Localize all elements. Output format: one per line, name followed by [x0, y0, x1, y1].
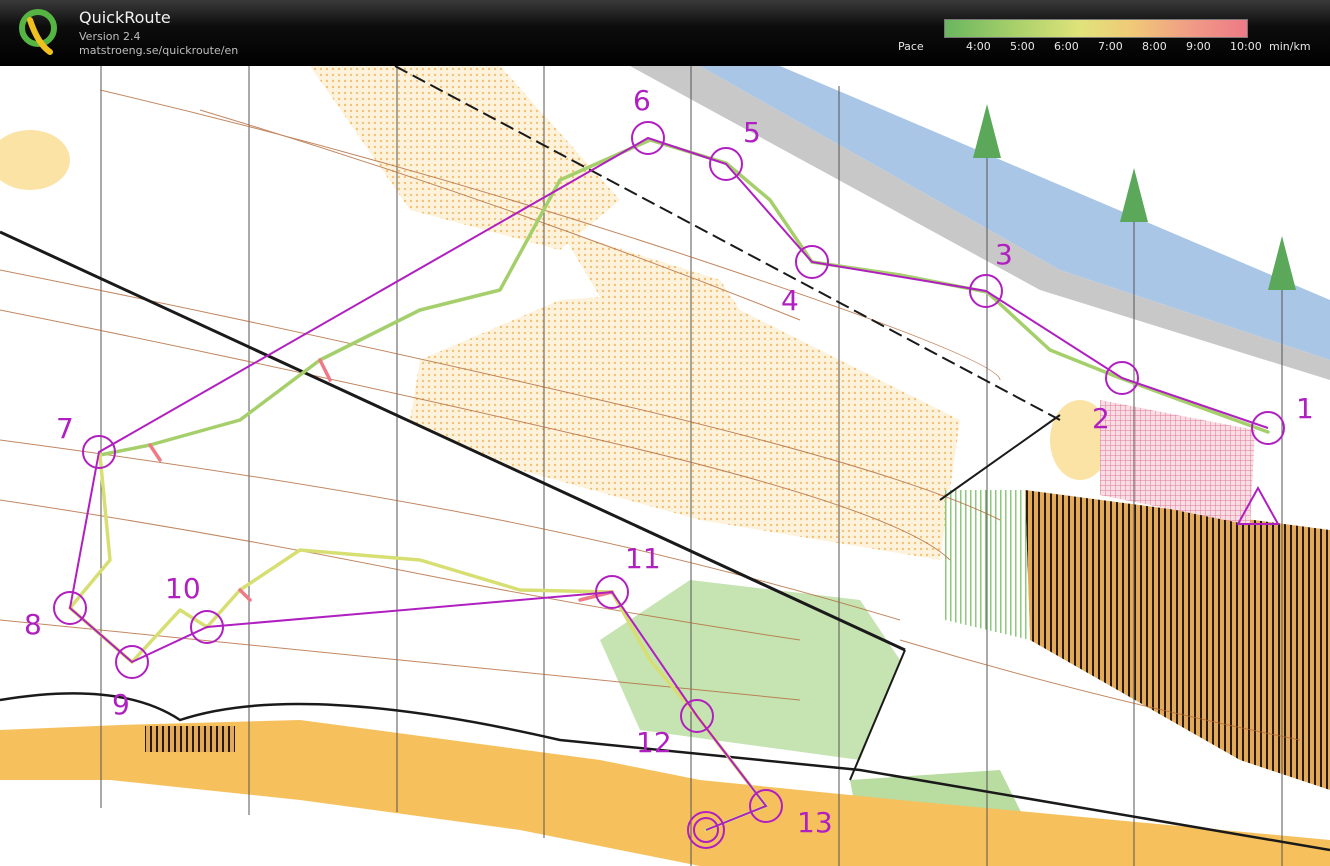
pace-label: Pace: [898, 40, 924, 53]
control-label-2: 2: [1092, 402, 1110, 435]
app-url[interactable]: matstroeng.se/quickroute/en: [79, 44, 238, 57]
control-label-9: 9: [112, 688, 130, 721]
quickroute-logo: [19, 9, 57, 55]
pace-ticks: 4:00 5:00 6:00 7:00 8:00 9:00 10:00 min/…: [944, 40, 1311, 54]
app-version: Version 2.4: [79, 30, 141, 43]
control-label-6: 6: [633, 84, 651, 117]
orienteering-map[interactable]: 1 2 3 4 5 6 7 8 9 10 11 12 13: [0, 66, 1330, 866]
cultivated-area: [145, 726, 235, 752]
pace-tick: 5:00: [1010, 40, 1035, 53]
control-label-12: 12: [636, 726, 672, 759]
control-label-10: 10: [165, 572, 201, 605]
pace-tick: 8:00: [1142, 40, 1167, 53]
pace-color-scale: [944, 19, 1248, 38]
control-label-3: 3: [995, 238, 1013, 271]
pace-tick: 4:00: [966, 40, 991, 53]
pace-tick: 9:00: [1186, 40, 1211, 53]
control-label-13: 13: [797, 806, 833, 839]
app-header: QuickRoute Version 2.4 matstroeng.se/qui…: [0, 0, 1330, 66]
pace-tick: 7:00: [1098, 40, 1123, 53]
control-label-8: 8: [24, 608, 42, 641]
pace-unit: min/km: [1269, 40, 1311, 53]
pace-tick: 6:00: [1054, 40, 1079, 53]
control-label-11: 11: [625, 542, 661, 575]
app-title: QuickRoute: [79, 8, 171, 27]
control-label-7: 7: [56, 412, 74, 445]
control-label-4: 4: [781, 284, 799, 317]
pace-tick: 10:00: [1230, 40, 1262, 53]
control-label-5: 5: [743, 116, 761, 149]
control-label-1: 1: [1296, 392, 1314, 425]
